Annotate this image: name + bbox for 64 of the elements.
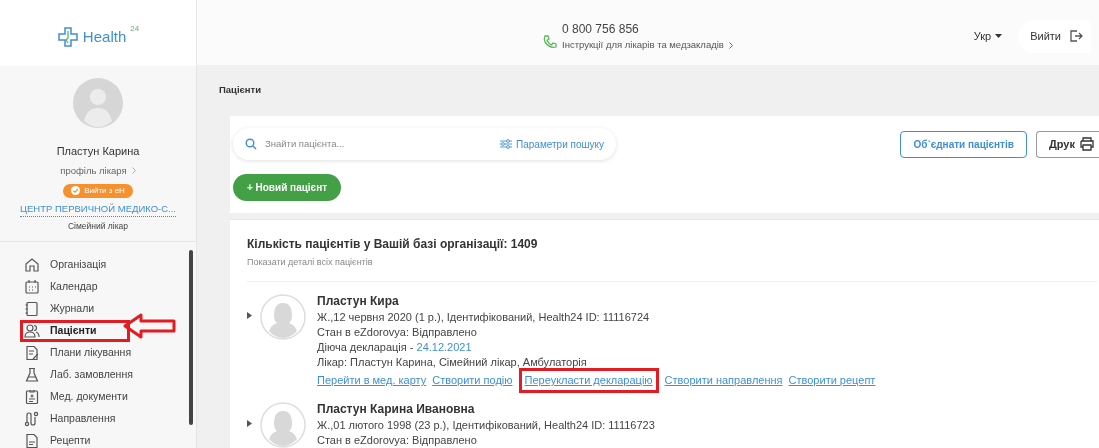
notebook-icon: [24, 300, 40, 317]
chevron-right-icon: [728, 42, 733, 49]
search-parameters-button[interactable]: Параметри пошуку: [500, 136, 604, 152]
expand-icon[interactable]: [247, 420, 252, 427]
house-icon: [24, 256, 40, 273]
nav-item[interactable]: Рецепти: [20, 429, 95, 448]
action-link[interactable]: Переукласти декларацію: [518, 368, 659, 393]
caret-down-icon: [995, 34, 1003, 39]
action-link[interactable]: Створити направлення: [664, 373, 783, 388]
check-icon: [71, 186, 81, 196]
nav-item[interactable]: Плани лікування: [20, 341, 136, 364]
flask-icon: [24, 366, 40, 383]
nav-item[interactable]: Направлення: [20, 407, 120, 430]
avatar-icon: [73, 78, 123, 128]
search-field[interactable]: Знайти пацієнта... Параметри пошуку: [233, 128, 616, 161]
instructions-link[interactable]: Інструкції для лікарів та медзакладів: [562, 38, 733, 53]
action-link[interactable]: Створити подію: [432, 373, 513, 388]
arrow-annotation: [123, 312, 177, 339]
organization-link[interactable]: ЦЕНТР ПЕРВИЧНОЙ МЕДИКО-С...: [20, 201, 176, 217]
phone-number: 0 800 756 856: [562, 21, 640, 39]
file-icon: [24, 432, 40, 448]
patient-status: Стан в eZdorovya: Відправлено: [317, 325, 478, 340]
sliders-icon: [500, 139, 513, 150]
patient-name: Пластун Карина Ивановна: [317, 402, 476, 417]
logout-button[interactable]: Вийти: [1018, 20, 1091, 53]
declaration-label: Діюча декларація -: [317, 340, 415, 355]
nav-item[interactable]: Календар: [20, 275, 102, 298]
profile-link[interactable]: профіль лікаря: [60, 163, 136, 178]
route-icon: [24, 410, 40, 427]
patient-count-heading: Кількість пацієнтів у Вашій базі організації: 1409: [247, 235, 539, 253]
nav-item[interactable]: Мед. документи: [20, 385, 132, 408]
document-icon: [24, 388, 40, 405]
patient-status: Стан в eZdorovya: Відправлено: [317, 433, 478, 448]
patient-info: Ж.,12 червня 2020 (1 р.), Ідентифікований, Health24 ID: 11116724: [317, 310, 651, 325]
merge-patients-button[interactable]: Об`єднати пацієнтів: [900, 130, 1027, 158]
language-dropdown[interactable]: Укр: [973, 28, 1003, 45]
people-icon: [24, 322, 40, 339]
avatar-icon: [260, 294, 306, 340]
expand-icon[interactable]: [247, 312, 252, 319]
phone-icon: [542, 34, 558, 51]
nav-item[interactable]: Лаб. замовлення: [20, 363, 137, 386]
patient-info: Ж.,01 лютого 1998 (23 р.), Ідентифікований, Health24 ID: 11116723: [317, 418, 655, 433]
action-link[interactable]: Створити рецепт: [788, 373, 876, 388]
scrollbar[interactable]: [189, 249, 193, 425]
nav-item[interactable]: Пацієнти: [20, 319, 130, 342]
new-patient-button[interactable]: + Новий пацієнт: [233, 174, 341, 202]
search-icon: [245, 138, 257, 151]
doctor-role: Сімейний лікар: [67, 220, 129, 233]
patient-name: Пластун Кира: [317, 294, 400, 309]
logout-icon: [1069, 29, 1083, 44]
patient-doctor: Лікар: Пластун Карина, Сімейний лікар, Амбулаторія: [317, 355, 588, 370]
health-logo[interactable]: Health $^{24}$: [56, 25, 140, 49]
nav-item[interactable]: Журнали: [20, 297, 99, 320]
page-title: Пацієнти: [218, 83, 263, 98]
calendar-icon: [24, 278, 40, 295]
chevron-right-icon: [131, 167, 136, 175]
printer-icon: [1079, 137, 1095, 152]
print-button[interactable]: Друк: [1035, 130, 1099, 158]
nav-item[interactable]: Організація: [20, 253, 111, 276]
show-details-link[interactable]: Показати деталі всіх пацієнтів: [247, 255, 1097, 282]
doctor-name: Пластун Карина: [56, 144, 140, 159]
clipboard-icon: [24, 344, 40, 361]
declaration-date[interactable]: 24.12.2021: [416, 340, 472, 355]
action-link[interactable]: Перейти в мед. карту: [317, 373, 427, 388]
